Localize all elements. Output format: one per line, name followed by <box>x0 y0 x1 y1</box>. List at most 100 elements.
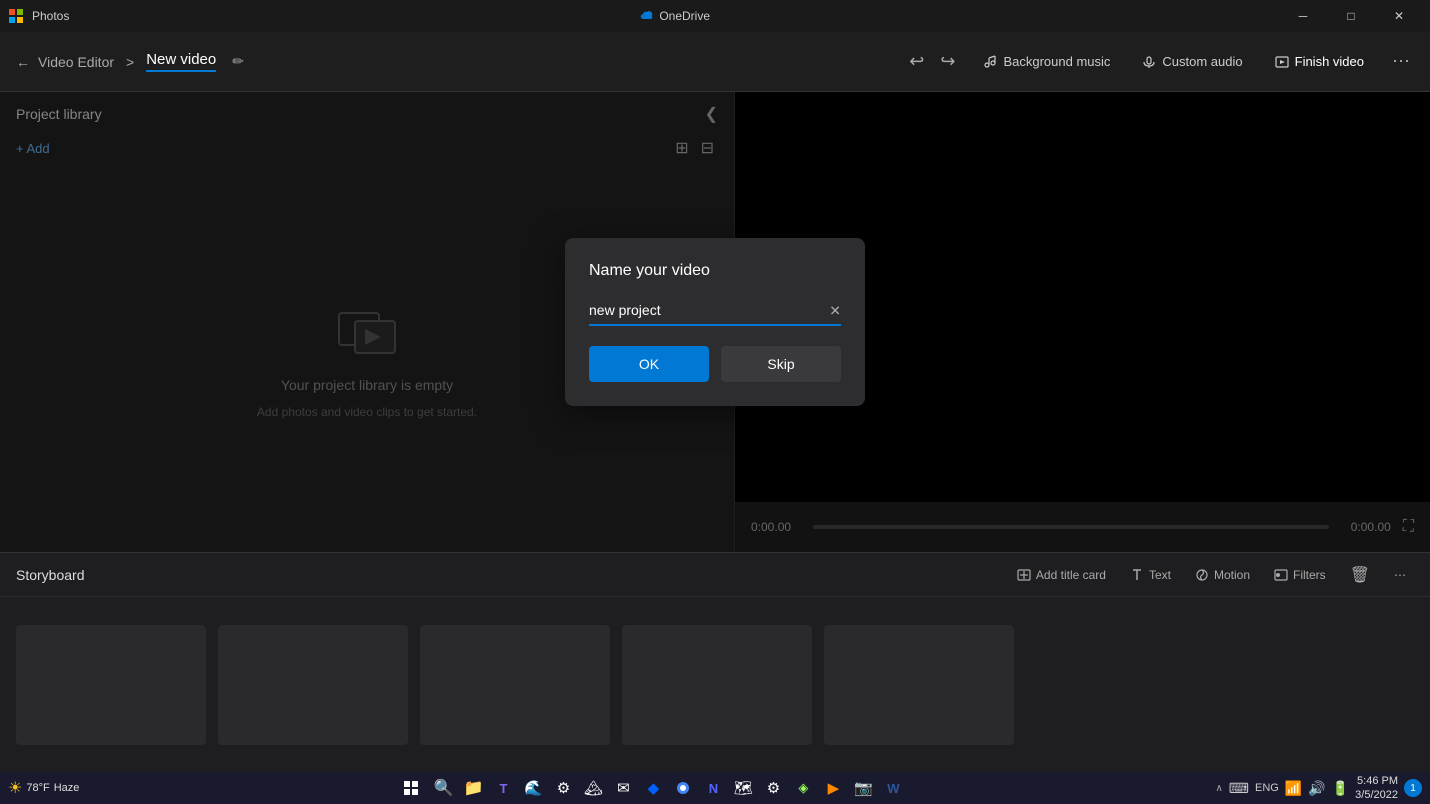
toolbar: ← Video Editor > New video ✏ ↩ ↪ Backgro… <box>0 32 1430 92</box>
custom-audio-button[interactable]: Custom audio <box>1134 50 1250 73</box>
edge-app[interactable]: 🌊 <box>519 774 547 802</box>
video-name-input[interactable] <box>589 296 841 326</box>
filters-icon <box>1274 568 1288 582</box>
filters-button[interactable]: Filters <box>1266 564 1334 586</box>
taskbar-left: ☀ 78°F Haze <box>8 778 87 798</box>
name-video-dialog: Name your video ✕ OK Skip <box>565 238 865 406</box>
toolbar-left: ← Video Editor > New video ✏ <box>16 51 244 72</box>
settings-app[interactable]: ⚙ <box>549 774 577 802</box>
title-bar-left: Photos <box>8 8 69 24</box>
start-button[interactable] <box>395 774 427 802</box>
clear-input-button[interactable]: ✕ <box>829 303 841 320</box>
keyboard-icon: ⌨ <box>1229 780 1249 797</box>
page-title: New video <box>146 51 216 72</box>
lang-indicator: ENG <box>1255 782 1279 794</box>
undo-redo-group: ↩ ↪ <box>905 47 959 76</box>
close-button[interactable]: ✕ <box>1376 0 1422 32</box>
volume-icon: 🔊 <box>1308 780 1325 797</box>
ok-button[interactable]: OK <box>589 346 709 382</box>
storyboard-cell-1[interactable] <box>16 625 206 745</box>
explorer-app[interactable]: 📁 <box>459 774 487 802</box>
nord-app[interactable]: N <box>699 774 727 802</box>
app-title: Photos <box>32 9 69 23</box>
title-bar: Photos OneDrive ─ □ ✕ <box>0 0 1430 32</box>
onedrive-label: OneDrive <box>659 9 710 23</box>
restore-button[interactable]: □ <box>1328 0 1374 32</box>
hex-app[interactable]: ◈ <box>789 774 817 802</box>
filters-label: Filters <box>1293 568 1326 582</box>
storyboard-more-button[interactable]: ⋯ <box>1386 564 1414 586</box>
text-button[interactable]: Text <box>1122 564 1179 586</box>
storyboard-cell-5[interactable] <box>824 625 1014 745</box>
finish-video-button[interactable]: Finish video <box>1267 50 1372 73</box>
redo-button[interactable]: ↪ <box>936 47 959 76</box>
finish-icon <box>1275 55 1289 69</box>
battery-icon: 🔋 <box>1332 780 1349 797</box>
capture-app[interactable]: 📷 <box>849 774 877 802</box>
dialog-buttons: OK Skip <box>589 346 841 382</box>
storyboard-panel: Storyboard Add title card Text <box>0 552 1430 772</box>
taskbar-apps: 🔍 📁 T 🌊 ⚙ 🏔 ✉ ◆ N 🗺 ⚙ ◈ ▶ 📷 W <box>87 774 1215 802</box>
weather-temp: 78°F <box>26 782 49 794</box>
date-display: 3/5/2022 <box>1355 788 1398 802</box>
vlc-app[interactable]: ▶ <box>819 774 847 802</box>
motion-icon <box>1195 568 1209 582</box>
time-display: 5:46 PM <box>1355 774 1398 788</box>
notification-badge[interactable]: 1 <box>1404 779 1422 797</box>
clock-widget: 5:46 PM 3/5/2022 <box>1355 774 1398 803</box>
windows-icon <box>403 780 419 796</box>
edit-title-icon[interactable]: ✏ <box>232 53 244 70</box>
word-app[interactable]: W <box>879 774 907 802</box>
onedrive-area: OneDrive <box>639 9 710 23</box>
weather-icon: ☀ <box>8 778 22 798</box>
delete-button[interactable]: 🗑 <box>1342 561 1378 589</box>
text-icon <box>1130 568 1144 582</box>
photos-app[interactable]: 🏔 <box>579 774 607 802</box>
dialog-input-wrapper: ✕ <box>589 296 841 326</box>
main-content: Project library ❮ + Add ⊞ ⊟ Your project… <box>0 92 1430 552</box>
chrome-icon <box>675 780 691 796</box>
add-title-card-label: Add title card <box>1036 568 1106 582</box>
storyboard-cell-3[interactable] <box>420 625 610 745</box>
gear-app[interactable]: ⚙ <box>759 774 787 802</box>
show-hidden-icons[interactable]: ∧ <box>1215 783 1222 794</box>
finish-video-label: Finish video <box>1295 54 1364 69</box>
title-bar-controls: ─ □ ✕ <box>1280 0 1422 32</box>
dropbox-app[interactable]: ◆ <box>639 774 667 802</box>
motion-button[interactable]: Motion <box>1187 564 1258 586</box>
toolbar-right: ↩ ↪ Background music Custom audio <box>905 47 1414 76</box>
dialog-overlay: Name your video ✕ OK Skip <box>0 92 1430 552</box>
back-button[interactable]: ← <box>16 54 30 70</box>
dialog-title: Name your video <box>589 262 841 280</box>
search-app[interactable]: 🔍 <box>429 774 457 802</box>
undo-button[interactable]: ↩ <box>905 47 928 76</box>
audio-icon <box>1142 55 1156 69</box>
taskbar-right: ∧ ⌨ ENG 📶 🔊 🔋 5:46 PM 3/5/2022 1 <box>1215 774 1422 803</box>
more-options-button[interactable]: ⋯ <box>1388 47 1414 76</box>
storyboard-content <box>0 597 1430 772</box>
taskbar: ☀ 78°F Haze 🔍 📁 T 🌊 ⚙ 🏔 ✉ ◆ N � <box>0 772 1430 804</box>
storyboard-cell-2[interactable] <box>218 625 408 745</box>
add-title-card-icon <box>1017 568 1031 582</box>
custom-audio-label: Custom audio <box>1162 54 1242 69</box>
background-music-label: Background music <box>1003 54 1110 69</box>
weather-condition: Haze <box>54 782 80 794</box>
storyboard-title: Storyboard <box>16 567 84 583</box>
mail-app[interactable]: ✉ <box>609 774 637 802</box>
wifi-icon: 📶 <box>1285 780 1302 797</box>
skip-button[interactable]: Skip <box>721 346 841 382</box>
chrome-app[interactable] <box>669 774 697 802</box>
minimize-button[interactable]: ─ <box>1280 0 1326 32</box>
weather-widget: ☀ 78°F Haze <box>8 778 79 798</box>
maps-app[interactable]: 🗺 <box>729 774 757 802</box>
photos-app-icon <box>8 8 24 24</box>
storyboard-actions: Add title card Text Motion <box>1009 561 1414 589</box>
breadcrumb-app: Video Editor <box>38 54 114 70</box>
add-title-card-button[interactable]: Add title card <box>1009 564 1114 586</box>
text-label: Text <box>1149 568 1171 582</box>
teams-app[interactable]: T <box>489 774 517 802</box>
music-icon <box>983 55 997 69</box>
storyboard-cell-4[interactable] <box>622 625 812 745</box>
breadcrumb-separator: > <box>126 54 134 70</box>
background-music-button[interactable]: Background music <box>975 50 1118 73</box>
